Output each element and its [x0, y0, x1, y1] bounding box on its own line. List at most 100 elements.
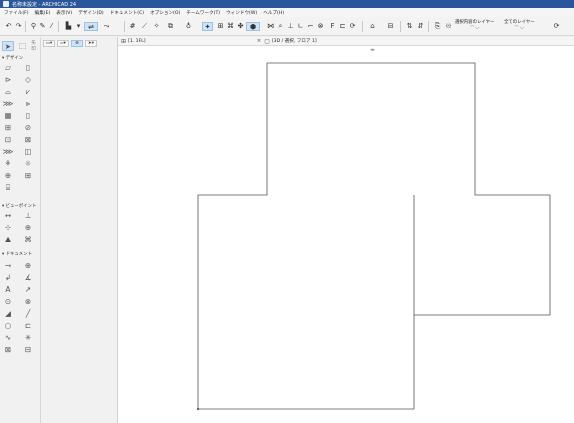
- text-tool-icon[interactable]: A: [2, 285, 14, 295]
- arc-tool-icon[interactable]: ╱: [22, 309, 34, 319]
- undo-icon[interactable]: ↶: [4, 22, 13, 31]
- window-tool-icon[interactable]: ⊞: [2, 123, 14, 133]
- dimension-tool-icon[interactable]: ⊸: [2, 261, 14, 271]
- polyline-tool-icon[interactable]: ⊏: [22, 321, 34, 331]
- elevation-icon[interactable]: Ϝ: [328, 22, 337, 31]
- shell-tool-icon[interactable]: ⩗: [22, 87, 34, 97]
- pen-set-icon[interactable]: ▙: [64, 22, 73, 31]
- split-icon[interactable]: ⊗: [316, 22, 325, 31]
- circle-tool-icon[interactable]: ○: [2, 321, 14, 331]
- all-layers-control[interactable]: 全てのレイヤー ◠ ◡: [504, 20, 535, 33]
- curtain-wall-tool-icon[interactable]: ▦: [2, 111, 14, 121]
- tab-floor-plan[interactable]: ⊞ [1. 1FL]: [118, 37, 149, 46]
- object-tool-icon[interactable]: ◫: [22, 147, 34, 157]
- curve-icon[interactable]: ⌐: [306, 22, 315, 31]
- snap-guides-icon[interactable]: ✧: [152, 22, 161, 31]
- wall-tool-icon[interactable]: ▱: [2, 63, 14, 73]
- change-tool-icon[interactable]: ⌘: [22, 235, 34, 245]
- building-outline[interactable]: [197, 62, 551, 410]
- spline-tool-icon[interactable]: ∿: [2, 333, 14, 343]
- menu-teamwork[interactable]: チームワーク(T): [186, 10, 220, 16]
- menu-options[interactable]: オプション(O): [150, 10, 180, 16]
- more-tools-icon[interactable]: ⟳: [552, 22, 561, 31]
- group-icon[interactable]: ⧉: [166, 22, 175, 31]
- menu-help[interactable]: ヘルプ(H): [263, 10, 284, 16]
- detail-tool-icon[interactable]: ⛰: [2, 235, 14, 245]
- teamwork-send-icon[interactable]: ⇅: [405, 22, 414, 31]
- trace-reference-icon[interactable]: ⊞: [216, 22, 225, 31]
- column-tool-icon[interactable]: ▯: [22, 63, 34, 73]
- pick-up-parameters-icon[interactable]: ⚲: [29, 22, 38, 31]
- layout-book-icon[interactable]: ⊟: [386, 22, 395, 31]
- floor-plan-canvas[interactable]: ◂▸: [118, 46, 574, 423]
- guide-lines-icon[interactable]: ⟋: [140, 22, 149, 31]
- opening-tool-icon[interactable]: ⌸: [2, 183, 14, 193]
- stair-tool-icon[interactable]: ⋙: [2, 99, 14, 109]
- measure-icon[interactable]: ⋈: [266, 22, 275, 31]
- dropdown-arrow-icon[interactable]: ▾: [74, 22, 83, 31]
- label-tool-icon[interactable]: ↗: [22, 285, 34, 295]
- trim-icon[interactable]: ⤳: [102, 22, 111, 31]
- door-tool-icon[interactable]: ▯: [22, 111, 34, 121]
- figure-tool-icon[interactable]: ⊠: [2, 345, 14, 355]
- suspend-groups-icon[interactable]: ♁: [184, 22, 193, 31]
- grid-snap-icon[interactable]: #: [128, 22, 137, 31]
- slab-tool-icon[interactable]: ◇: [22, 75, 34, 85]
- publisher-icon[interactable]: ⌂: [368, 22, 377, 31]
- eyedropper-icon[interactable]: ⁄: [47, 22, 56, 31]
- layers-icon[interactable]: ⎘: [433, 22, 442, 31]
- railing-tool-icon[interactable]: ⫸: [22, 99, 34, 109]
- polygon-method-button[interactable]: ▱▾: [57, 40, 69, 47]
- angle-icon[interactable]: ∟: [296, 22, 305, 31]
- menu-window[interactable]: ウィンドウ(W): [226, 10, 257, 16]
- hotspot-tool-icon[interactable]: ✳: [22, 333, 34, 343]
- layer-combination-icon[interactable]: ♾: [444, 22, 453, 31]
- document-section-header[interactable]: ▾ ドキュメント: [2, 251, 40, 258]
- menu-view[interactable]: 表示(V): [56, 10, 72, 16]
- menu-file[interactable]: ファイル(F): [4, 10, 29, 16]
- inject-parameters-icon[interactable]: ✎: [38, 22, 47, 31]
- menu-edit[interactable]: 編集(E): [35, 10, 51, 16]
- zoom-in-icon[interactable]: ⌕: [276, 22, 285, 31]
- morph-tool-icon[interactable]: ⋙: [2, 147, 14, 157]
- mesh-tool-icon[interactable]: ⊠: [22, 135, 34, 145]
- fill-tool-icon[interactable]: ⊗: [22, 297, 34, 307]
- magic-wand-icon[interactable]: ✦: [202, 22, 213, 31]
- worksheet-tool-icon[interactable]: ⊕: [22, 223, 34, 233]
- renovation-filter-icon[interactable]: ✤: [236, 22, 245, 31]
- light-tool-icon[interactable]: ☼: [22, 159, 34, 169]
- selection-method-button[interactable]: ▭▾: [43, 40, 55, 47]
- lamp-tool-icon[interactable]: ⚘: [2, 159, 14, 169]
- menu-design[interactable]: デザイン(D): [78, 10, 104, 16]
- marquee-tool-icon[interactable]: ⬚: [17, 41, 29, 51]
- selection-layer-control[interactable]: 選択内容のレイヤー ◠ ◡: [455, 20, 494, 33]
- furniture-tool-icon[interactable]: ⊞: [22, 171, 34, 181]
- radial-dimension-tool-icon[interactable]: ↲: [2, 273, 14, 283]
- tab-3d-view[interactable]: ▢ [3D / 選択, フロア 1]: [261, 37, 319, 46]
- refresh-icon[interactable]: ⟳: [348, 22, 357, 31]
- design-section-header[interactable]: ▾ デザイン: [2, 55, 40, 62]
- drawing-tool-icon[interactable]: ⊟: [22, 345, 34, 355]
- arrow-mode-button[interactable]: ➤▾: [85, 40, 97, 47]
- line-type-icon[interactable]: ⇌: [84, 22, 98, 31]
- active-mode-button[interactable]: ⊛: [71, 40, 83, 47]
- angle-dimension-tool-icon[interactable]: ∡: [22, 273, 34, 283]
- grid-element-tool-icon[interactable]: ⊙: [2, 297, 14, 307]
- equipment-tool-icon[interactable]: ⊕: [2, 171, 14, 181]
- viewpoint-section-header[interactable]: ▾ ビューポイント: [2, 203, 40, 210]
- line-tool-icon[interactable]: ◢: [2, 309, 14, 319]
- roof-tool-icon[interactable]: ⌓: [2, 87, 14, 97]
- 3d-view-icon[interactable]: ⬢: [246, 22, 260, 31]
- section-marker-icon[interactable]: ⊏: [338, 22, 347, 31]
- section-tool-icon[interactable]: ↔: [2, 211, 14, 221]
- arrow-tool-icon[interactable]: ➤: [2, 41, 14, 51]
- menu-document[interactable]: ドキュメント(C): [110, 10, 144, 16]
- level-dimension-tool-icon[interactable]: ⊕: [22, 261, 34, 271]
- beam-tool-icon[interactable]: ⊳: [2, 75, 14, 85]
- show-hide-icon[interactable]: ⌘: [226, 22, 235, 31]
- teamwork-receive-icon[interactable]: ⇵: [416, 22, 425, 31]
- interior-elevation-tool-icon[interactable]: ⊹: [2, 223, 14, 233]
- elevation-tool-icon[interactable]: ⊥: [22, 211, 34, 221]
- zone-tool-icon[interactable]: ⊡: [2, 135, 14, 145]
- ruler-icon[interactable]: ⊥: [286, 22, 295, 31]
